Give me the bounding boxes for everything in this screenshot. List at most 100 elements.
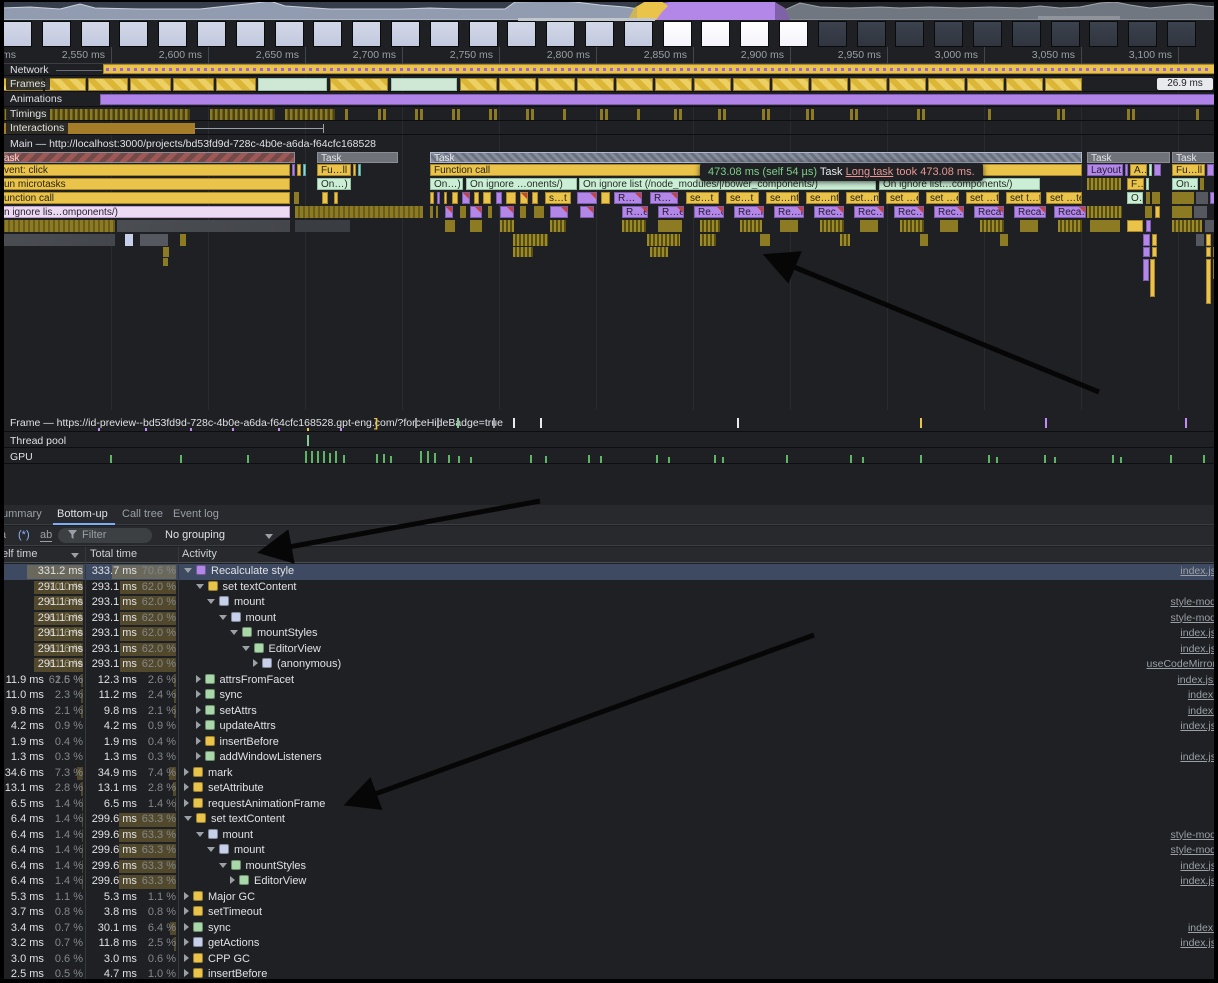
frame-bar[interactable] xyxy=(173,78,214,91)
flame-bar[interactable] xyxy=(1206,247,1211,257)
source-link[interactable]: index.js xyxy=(1180,859,1216,875)
flame-bar[interactable] xyxy=(125,234,133,246)
flame-bar[interactable] xyxy=(117,220,290,232)
expand-icon[interactable] xyxy=(196,752,201,760)
source-link[interactable]: useCodeMirror xyxy=(1147,657,1216,673)
flame-bar[interactable] xyxy=(1125,164,1128,176)
flame-bar[interactable]: Reca…tyle xyxy=(1014,206,1046,218)
table-row[interactable]: 291.1 ms 61.6 %293.1 ms 62.0 %mountstyle… xyxy=(0,595,1218,611)
track-frames[interactable]: 26.9 msFrames xyxy=(0,77,1218,92)
flame-bar[interactable] xyxy=(140,234,168,246)
tooltip-long-task-link[interactable]: Long task xyxy=(846,166,894,178)
source-link[interactable]: index.js xyxy=(1180,750,1216,766)
expand-icon[interactable] xyxy=(196,690,201,698)
timing-marker[interactable] xyxy=(679,109,682,120)
source-link[interactable]: style-mod xyxy=(1170,828,1216,844)
flame-bar[interactable] xyxy=(520,206,526,218)
col-self-time[interactable]: elf time xyxy=(2,548,37,560)
flame-bar[interactable]: set …tent xyxy=(1046,192,1082,204)
flame-bar[interactable] xyxy=(445,206,453,218)
expand-icon[interactable] xyxy=(196,706,201,714)
flame-bar[interactable]: Re…e xyxy=(694,206,724,218)
filmstrip-thumbnail[interactable] xyxy=(391,21,420,47)
collapse-icon[interactable] xyxy=(196,584,204,589)
flame-bar[interactable]: se…t xyxy=(726,192,759,204)
filmstrip-thumbnail[interactable] xyxy=(585,21,614,47)
flame-bar[interactable] xyxy=(500,220,514,232)
flame-bar[interactable] xyxy=(1146,178,1149,190)
track-timings[interactable]: Timings xyxy=(0,108,1218,121)
flame-bar[interactable] xyxy=(1154,164,1161,176)
flame-bar[interactable] xyxy=(163,247,169,257)
table-row[interactable]: 5.3 ms 1.1 %5.3 ms 1.1 %Major GC xyxy=(0,890,1218,906)
flame-bar[interactable] xyxy=(0,234,115,246)
filmstrip-thumbnail[interactable] xyxy=(430,21,459,47)
flame-bar[interactable] xyxy=(577,192,597,204)
timing-marker[interactable] xyxy=(762,109,765,120)
frame-bar[interactable] xyxy=(460,78,497,91)
flame-fragment[interactable] xyxy=(1143,259,1149,281)
filmstrip-thumbnail[interactable] xyxy=(313,21,342,47)
table-row[interactable]: 1.9 ms 0.4 %1.9 ms 0.4 %insertBefore xyxy=(0,735,1218,751)
match-word-icon[interactable]: ab xyxy=(40,529,52,542)
flame-bar[interactable] xyxy=(1127,220,1143,232)
flame-bar[interactable] xyxy=(1206,234,1211,246)
source-link[interactable]: style-mod xyxy=(1170,611,1216,627)
timing-marker[interactable] xyxy=(718,109,721,120)
timing-marker[interactable] xyxy=(563,109,566,120)
flame-bar[interactable] xyxy=(1196,234,1204,246)
flame-bar[interactable]: set …ent xyxy=(886,192,919,204)
timing-marker[interactable] xyxy=(605,109,608,120)
table-row[interactable]: 291.1 ms 61.6 %293.1 ms 62.0 %mountStyle… xyxy=(0,626,1218,642)
source-link[interactable]: index. xyxy=(1188,704,1216,720)
filmstrip-thumbnail[interactable] xyxy=(469,21,498,47)
filmstrip-thumbnail[interactable] xyxy=(1012,21,1041,47)
flame-bar[interactable]: set t…tent xyxy=(1006,192,1041,204)
regex-icon[interactable]: (*) xyxy=(18,529,30,541)
track-animations[interactable]: Animations xyxy=(0,93,1218,107)
flame-bar[interactable] xyxy=(483,192,491,204)
filmstrip-thumbnail[interactable] xyxy=(701,21,730,47)
flame-bar[interactable] xyxy=(1145,206,1152,218)
flame-bar[interactable] xyxy=(444,192,447,204)
filmstrip-thumbnail[interactable] xyxy=(3,21,32,47)
timing-marker-block[interactable] xyxy=(210,109,275,120)
table-row[interactable]: 1.3 ms 0.3 %1.3 ms 0.3 %addWindowListene… xyxy=(0,750,1218,766)
flame-bar[interactable]: set …ent xyxy=(926,192,959,204)
frame-bar[interactable] xyxy=(88,78,128,91)
expand-icon[interactable] xyxy=(184,768,189,776)
flame-bar[interactable] xyxy=(437,192,440,204)
flame-bar[interactable]: R…e xyxy=(658,206,684,218)
flame-bar[interactable] xyxy=(622,220,646,232)
flame-bar[interactable] xyxy=(353,164,356,176)
timing-marker[interactable] xyxy=(378,109,381,120)
tab-event-log[interactable]: Event log xyxy=(173,508,219,520)
collapse-icon[interactable] xyxy=(219,863,227,868)
filmstrip-thumbnail[interactable] xyxy=(934,21,963,47)
collapse-icon[interactable] xyxy=(184,568,192,573)
frame-bar[interactable] xyxy=(391,78,457,91)
sort-desc-icon[interactable] xyxy=(71,553,79,558)
flame-bar[interactable] xyxy=(506,192,516,204)
timing-marker[interactable] xyxy=(723,109,726,120)
timing-marker[interactable] xyxy=(415,109,418,120)
flame-bar[interactable]: se…nt xyxy=(766,192,799,204)
source-link[interactable]: index.js: xyxy=(1177,673,1216,689)
filmstrip-thumbnail[interactable] xyxy=(236,21,265,47)
flame-bar[interactable] xyxy=(1090,220,1120,232)
col-total-time[interactable]: Total time xyxy=(90,548,137,560)
table-row[interactable]: 4.2 ms 0.9 %4.2 ms 0.9 %updateAttrsindex… xyxy=(0,719,1218,735)
timing-marker[interactable] xyxy=(1132,109,1135,120)
source-link[interactable]: index.js xyxy=(1180,874,1216,890)
timing-marker[interactable] xyxy=(600,109,603,120)
flame-bar[interactable] xyxy=(303,164,306,176)
filmstrip-thumbnail[interactable] xyxy=(973,21,1002,47)
flame-bar[interactable]: Fu…ll xyxy=(1172,164,1205,176)
flame-bar[interactable] xyxy=(1172,206,1192,218)
filmstrip-thumbnail[interactable] xyxy=(1128,21,1157,47)
animation-bar[interactable] xyxy=(100,94,1218,105)
filmstrip-thumbnail[interactable] xyxy=(81,21,110,47)
cpu-overview-chart[interactable] xyxy=(0,0,1218,20)
flame-bar[interactable] xyxy=(1143,234,1150,246)
flame-bar[interactable] xyxy=(900,220,924,232)
